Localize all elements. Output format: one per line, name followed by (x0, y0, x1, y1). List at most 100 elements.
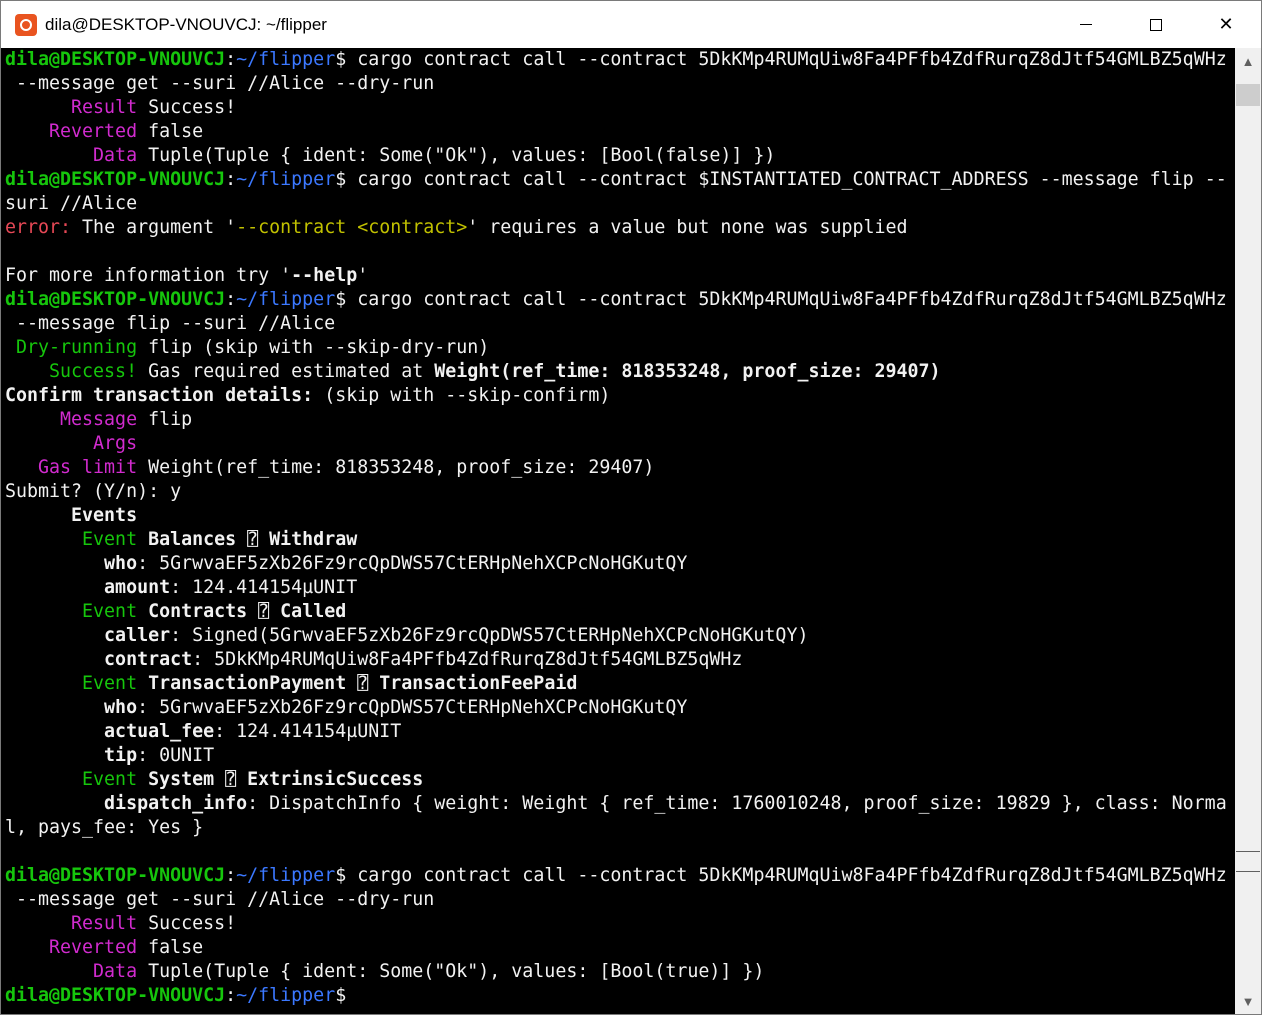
terminal-text-span: : 5DkKMp4RUMqUiw8Fa4PFfb4ZdfRurqZ8dJtf54… (192, 649, 743, 670)
terminal-text-span: Dry-running (5, 337, 138, 358)
terminal-line: Events (5, 504, 137, 528)
terminal-text-span: dila@DESKTOP-VNOUVCJ (5, 169, 226, 190)
terminal-text-span: ⍰ (357, 673, 369, 694)
terminal-text-span: Tuple(Tuple { ident: Some("Ok"), values:… (137, 961, 765, 982)
terminal-line: --message flip --suri //Alice (5, 312, 335, 336)
terminal-text-span: Success! (137, 913, 237, 934)
terminal-text-span: TransactionPayment (137, 673, 358, 694)
terminal-text-span: actual_fee (5, 721, 215, 742)
terminal-text-span: Data (5, 961, 138, 982)
terminal-text-span: : (225, 289, 237, 310)
minimize-button[interactable] (1051, 1, 1121, 48)
terminal-text-span: contract (5, 649, 193, 670)
terminal-text-span: Event (5, 601, 138, 622)
chevron-up-icon: ▲ (1241, 53, 1255, 69)
terminal-text-span: : DispatchInfo { weight: Weight { ref_ti… (247, 793, 1227, 814)
terminal-text-span: : (225, 985, 237, 1006)
terminal-text-span: : (225, 169, 237, 190)
terminal-line: error: The argument '--contract <contrac… (5, 216, 908, 240)
terminal-text-span: --message get --suri //Alice --dry-run (5, 889, 435, 910)
close-icon: ✕ (1218, 14, 1234, 34)
terminal-text-span: Contracts (137, 601, 259, 622)
terminal-text-span: Success! (137, 97, 237, 118)
terminal-line: Args (5, 432, 137, 456)
terminal-line: Reverted false (5, 120, 203, 144)
terminal-line: For more information try '--help' (5, 264, 368, 288)
terminal-text-span: --message flip --suri //Alice (5, 313, 336, 334)
window-title: dila@DESKTOP-VNOUVCJ: ~/flipper (45, 14, 327, 34)
minimize-icon (1080, 24, 1092, 25)
terminal-line: dila@DESKTOP-VNOUVCJ:~/flipper$ cargo co… (5, 864, 1227, 888)
terminal-text-span: Called (269, 601, 347, 622)
terminal-text-span: : 124.414154µUNIT (170, 577, 358, 598)
scroll-marker (1236, 851, 1260, 852)
terminal-text-span: ExtrinsicSuccess (236, 769, 424, 790)
terminal-line: dila@DESKTOP-VNOUVCJ:~/flipper$ cargo co… (5, 168, 1227, 192)
title-bar[interactable]: dila@DESKTOP-VNOUVCJ: ~/flipper ✕ (1, 1, 1261, 48)
terminal-line: tip: 0UNIT (5, 744, 214, 768)
terminal-text-span: ~/flipper (236, 985, 336, 1006)
terminal-text-span: Data (5, 145, 138, 166)
terminal-text-span: dispatch_info (5, 793, 248, 814)
terminal-text-span: Message (5, 409, 138, 430)
terminal-text-span: Gas required estimated at (137, 361, 435, 382)
terminal-text-span: ' (357, 265, 369, 286)
terminal-text-span: $ (335, 985, 347, 1006)
maximize-button[interactable] (1121, 1, 1191, 48)
terminal-text-span: ⍰ (258, 601, 270, 622)
terminal-line: l, pays_fee: Yes } (5, 816, 203, 840)
terminal-text-span: ' requires a value but none was supplied (467, 217, 908, 238)
terminal-text-span: dila@DESKTOP-VNOUVCJ (5, 985, 226, 1006)
terminal-text-span: The argument ' (71, 217, 237, 238)
terminal-text-span: ~/flipper (236, 49, 336, 70)
terminal-line: dila@DESKTOP-VNOUVCJ:~/flipper$ cargo co… (5, 288, 1227, 312)
terminal-text-span: l, pays_fee: Yes } (5, 817, 204, 838)
terminal-text-span: suri //Alice (5, 193, 138, 214)
terminal-line: Data Tuple(Tuple { ident: Some("Ok"), va… (5, 960, 764, 984)
terminal-text-span: Withdraw (258, 529, 358, 550)
terminal-text-span: Weight(ref_time: 818353248, proof_size: … (434, 361, 941, 382)
terminal-line: Message flip (5, 408, 192, 432)
terminal-text-span: $ cargo contract call --contract 5DkKMp4… (335, 289, 1227, 310)
terminal-text-span: dila@DESKTOP-VNOUVCJ (5, 865, 226, 886)
terminal-line: Reverted false (5, 936, 203, 960)
scroll-up-button[interactable]: ▲ (1235, 48, 1261, 74)
scroll-marker (1236, 871, 1260, 872)
ubuntu-icon (15, 13, 37, 36)
terminal-text-span: ~/flipper (236, 169, 336, 190)
terminal-window: dila@DESKTOP-VNOUVCJ: ~/flipper ✕ dila@D… (0, 0, 1262, 1015)
terminal-text-span: ⍰ (225, 769, 237, 790)
terminal-line: Event Balances ⍰ Withdraw (5, 528, 357, 552)
terminal-line: --message get --suri //Alice --dry-run (5, 888, 434, 912)
terminal-text-span: flip (skip with --skip-dry-run) (137, 337, 490, 358)
terminal-line: amount: 124.414154µUNIT (5, 576, 357, 600)
terminal-text-span: amount (5, 577, 171, 598)
terminal-text-span: ⍰ (247, 529, 259, 550)
chevron-down-icon: ▼ (1241, 993, 1255, 1009)
scroll-down-button[interactable]: ▼ (1235, 988, 1261, 1014)
maximize-icon (1150, 18, 1162, 31)
terminal-text-span: : (225, 49, 237, 70)
terminal-line: Event TransactionPayment ⍰ TransactionFe… (5, 672, 577, 696)
terminal-text-span: : 124.414154µUNIT (214, 721, 402, 742)
terminal-text-span: Event (5, 769, 138, 790)
scrollbar-thumb[interactable] (1236, 84, 1260, 106)
terminal-text-span: Args (5, 433, 138, 454)
terminal-text-span: tip (5, 745, 138, 766)
terminal-text-span: : 5GrwvaEF5zXb26Fz9rcQpDWS57CtERHpNehXCP… (137, 697, 688, 718)
terminal-text-span: Event (5, 529, 138, 550)
terminal-text-span: ~/flipper (236, 289, 336, 310)
terminal-text-span: Reverted (5, 937, 138, 958)
terminal-output[interactable]: dila@DESKTOP-VNOUVCJ:~/flipper$ cargo co… (2, 48, 1234, 1014)
close-button[interactable]: ✕ (1191, 1, 1261, 48)
vertical-scrollbar[interactable]: ▲ ▼ (1235, 48, 1261, 1014)
terminal-text-span: Gas limit (5, 457, 138, 478)
terminal-line: --message get --suri //Alice --dry-run (5, 72, 434, 96)
terminal-text-span: who (5, 553, 138, 574)
terminal-text-span: Events (5, 505, 138, 526)
terminal-text-span: dila@DESKTOP-VNOUVCJ (5, 49, 226, 70)
terminal-text-span: : Signed(5GrwvaEF5zXb26Fz9rcQpDWS57CtERH… (170, 625, 809, 646)
terminal-text-span: Result (5, 913, 138, 934)
terminal-text-span: Reverted (5, 121, 138, 142)
terminal-text-span: caller (5, 625, 171, 646)
